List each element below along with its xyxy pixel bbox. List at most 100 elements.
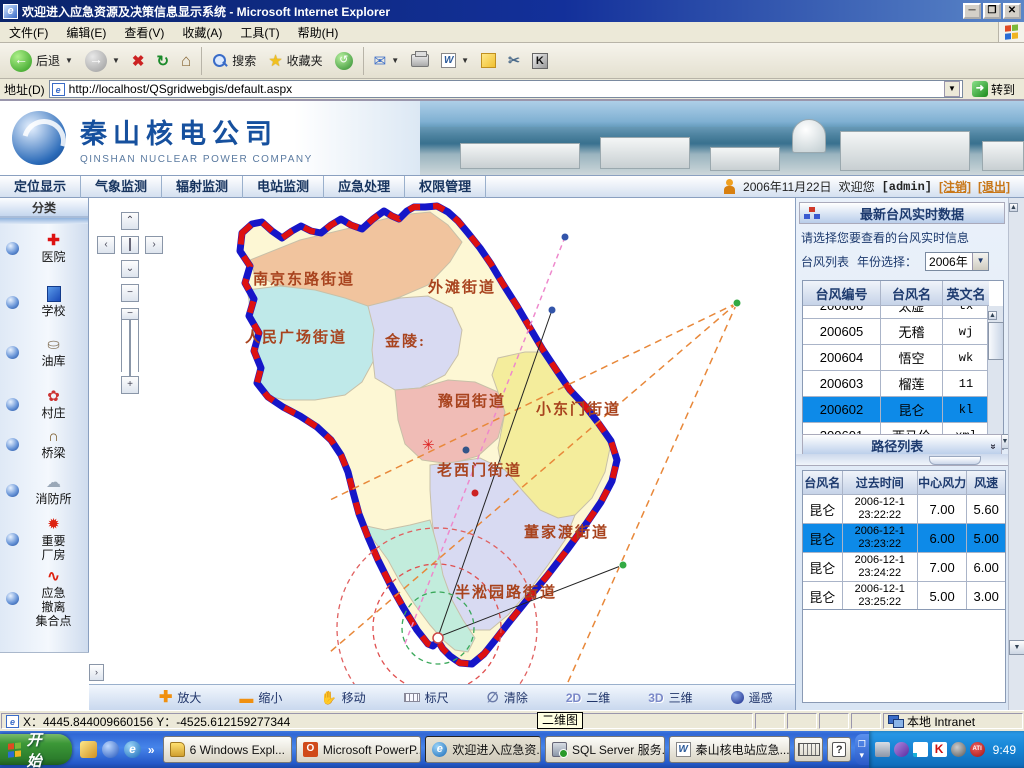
typhoon-list-scrollbar[interactable]: ▲ ▼ xyxy=(987,306,1003,449)
tab-emergency-handle[interactable]: 应急处理 xyxy=(324,176,405,198)
sidebar-item-bridge[interactable]: ∩桥梁 xyxy=(6,428,88,460)
typhoon-row-selected[interactable]: 200602 昆仑 kl xyxy=(803,397,989,423)
quick-launch-icon[interactable] xyxy=(102,741,119,758)
mail-button[interactable]: ✉▼ xyxy=(368,50,406,72)
task-powerpoint[interactable]: O Microsoft PowerP... xyxy=(296,736,421,763)
tab-permission-manage[interactable]: 权限管理 xyxy=(405,176,486,198)
menu-tools[interactable]: 工具(T) xyxy=(231,21,288,44)
logout-link[interactable]: [注销] xyxy=(939,178,971,195)
ati-tray-icon[interactable]: ATI xyxy=(970,742,985,757)
pan-right-button[interactable]: › xyxy=(145,236,163,254)
address-dropdown-icon[interactable]: ▼ xyxy=(944,81,960,97)
zoom-out-step-button[interactable]: − xyxy=(121,284,139,302)
view-2d-tool[interactable]: 2D二维 xyxy=(566,689,610,706)
zoom-in-tool[interactable]: ✚放大 xyxy=(159,689,201,706)
sidebar-item-important-plant[interactable]: ✹重要 厂房 xyxy=(6,516,88,562)
minimize-button[interactable]: ─ xyxy=(963,3,981,19)
tab-locate-display[interactable]: 定位显示 xyxy=(0,176,81,198)
menu-help[interactable]: 帮助(H) xyxy=(289,21,348,44)
task-sql-server[interactable]: SQL Server 服务... xyxy=(545,736,665,763)
sidebar-item-village[interactable]: ✿村庄 xyxy=(6,388,88,420)
pan-left-button[interactable]: ‹ xyxy=(97,236,115,254)
remote-sensing-tool[interactable]: 遥感 xyxy=(731,689,773,706)
address-input[interactable]: e http://localhost/QSgridwebgis/default.… xyxy=(49,80,963,98)
scroll-up-icon[interactable]: ▲ xyxy=(988,311,997,320)
page-scrollbar[interactable]: ▲ ▼ xyxy=(1008,198,1024,710)
typhoon-row[interactable]: 200603 榴莲 11 xyxy=(803,371,989,397)
sidebar-item-fire-station[interactable]: ☁消防所 xyxy=(6,474,88,506)
home-button[interactable]: ⌂ xyxy=(175,49,197,73)
ime-help-button[interactable]: ? xyxy=(827,737,851,762)
close-button[interactable]: ✕ xyxy=(1003,3,1021,19)
messenger-button[interactable] xyxy=(475,51,502,70)
zoom-slider-ticks[interactable] xyxy=(121,316,139,372)
sidebar-item-hospital[interactable]: ✚医院 xyxy=(6,232,88,264)
sql-server-tray-icon[interactable] xyxy=(875,742,890,757)
edit-word-button[interactable]: W▼ xyxy=(435,51,475,70)
scroll-up-icon[interactable]: ▲ xyxy=(1009,203,1018,212)
task-windows-explorer[interactable]: 6 Windows Expl...▼ xyxy=(163,736,292,763)
splitter-grip[interactable] xyxy=(929,456,981,465)
back-button[interactable]: 后退▼ xyxy=(4,48,79,74)
pan-up-button[interactable]: ⌃ xyxy=(121,212,139,230)
pan-down-button[interactable]: ⌄ xyxy=(121,260,139,278)
quick-launch-more-icon[interactable]: » xyxy=(148,743,155,757)
quit-link[interactable]: [退出] xyxy=(978,178,1010,195)
sidebar-expand-button[interactable]: › xyxy=(89,664,104,681)
panel-splitter[interactable] xyxy=(796,454,1009,466)
collapse-chevron-icon[interactable]: » xyxy=(988,443,999,447)
search-button[interactable]: 搜索 xyxy=(206,50,262,71)
menu-edit[interactable]: 编辑(E) xyxy=(57,21,115,44)
map-canvas[interactable]: ✳ 南京东路街道 外滩街道 人民广场街道 金陵: 豫园街道 小东门街道 老西门街… xyxy=(89,198,795,710)
view-3d-tool[interactable]: 3D三维 xyxy=(648,689,692,706)
print-button[interactable] xyxy=(405,52,435,69)
sidebar-item-oil-depot[interactable]: ⛀油库 xyxy=(6,336,88,368)
input-method-button[interactable] xyxy=(794,737,823,762)
history-button[interactable]: ↺ xyxy=(329,50,359,72)
volume-tray-icon[interactable] xyxy=(951,742,966,757)
favorites-button[interactable]: ★收藏夹 xyxy=(262,49,328,73)
path-row[interactable]: 昆仑 2006-12-1 23:25:22 5.00 3.00 xyxy=(803,582,1005,611)
path-row-selected[interactable]: 昆仑 2006-12-1 23:23:22 6.00 5.00 xyxy=(803,524,1005,553)
map-center-button[interactable] xyxy=(121,236,139,254)
menu-file[interactable]: 文件(F) xyxy=(0,21,57,44)
restore-button[interactable]: ❐ xyxy=(983,3,1001,19)
zoom-out-tool[interactable]: ▬缩小 xyxy=(239,689,282,706)
year-dropdown-icon[interactable]: ▼ xyxy=(972,253,988,270)
typhoon-row[interactable]: 200604 悟空 wk xyxy=(803,345,989,371)
path-list-header[interactable]: 路径列表 » xyxy=(802,434,1002,456)
clear-tool[interactable]: ∅清除 xyxy=(487,689,528,706)
ruler-tool[interactable]: 标尺 xyxy=(404,689,449,706)
sidebar-item-school[interactable]: 学校 xyxy=(6,286,88,318)
messenger-tray-icon[interactable] xyxy=(894,742,909,757)
pan-tool[interactable]: ✋移动 xyxy=(320,689,365,706)
stop-button[interactable]: ✖ xyxy=(126,50,151,72)
path-row[interactable]: 昆仑 2006-12-1 23:24:22 7.00 6.00 xyxy=(803,553,1005,582)
refresh-button[interactable]: ↻ xyxy=(150,50,175,72)
start-button[interactable]: 开始 xyxy=(0,734,72,765)
typhoon-row[interactable]: 200605 无稽 wj xyxy=(803,319,989,345)
menu-favorites[interactable]: 收藏(A) xyxy=(173,21,231,44)
tray-collapse-button[interactable]: ❐▾ xyxy=(855,734,869,765)
go-button[interactable]: ➜ 转到 xyxy=(967,80,1020,99)
grid-tray-icon[interactable] xyxy=(913,742,928,757)
scroll-down-icon[interactable]: ▼ xyxy=(1009,640,1024,655)
task-ie-current[interactable]: e 欢迎进入应急资... xyxy=(425,736,541,763)
typhoon-row[interactable]: 200606 太虚 tx xyxy=(803,306,989,319)
quick-launch-icon[interactable] xyxy=(80,741,97,758)
quick-launch-ie-icon[interactable]: e xyxy=(124,741,141,758)
tab-station-monitor[interactable]: 电站监测 xyxy=(243,176,324,198)
menu-view[interactable]: 查看(V) xyxy=(115,21,173,44)
sidebar-item-evacuation-point[interactable]: ∿应急 撤离 集合点 xyxy=(6,568,88,628)
forward-button[interactable]: ▼ xyxy=(79,48,126,74)
snagit-button[interactable]: ✂ xyxy=(502,50,526,71)
antivirus-button[interactable]: K xyxy=(526,51,554,71)
tab-weather-monitor[interactable]: 气象监测 xyxy=(81,176,162,198)
task-word-doc[interactable]: W 秦山核电站应急... xyxy=(669,736,791,763)
zoom-in-step-button[interactable]: + xyxy=(121,376,139,394)
year-select[interactable]: 2006年 ▼ xyxy=(925,252,989,271)
antivirus-tray-icon[interactable]: K xyxy=(932,742,947,757)
path-row[interactable]: 昆仑 2006-12-1 23:22:22 7.00 5.60 xyxy=(803,495,1005,524)
tab-radiation-monitor[interactable]: 辐射监测 xyxy=(162,176,243,198)
scroll-thumb[interactable] xyxy=(988,322,1004,360)
